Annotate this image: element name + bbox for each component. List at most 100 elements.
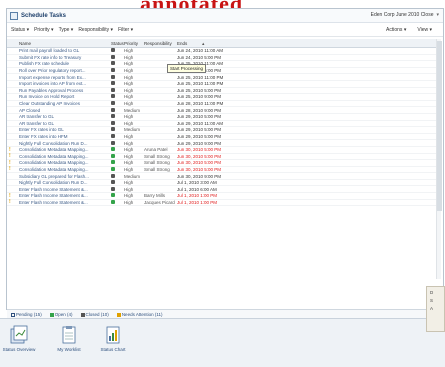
task-name[interactable]: Subsidiary GL prepared for Flash...	[19, 174, 111, 179]
task-responsibility: Small Strong	[144, 160, 170, 166]
task-name[interactable]: Consolidation Metadata Mapping...	[19, 147, 111, 152]
task-responsibility: Small Strong	[144, 166, 170, 172]
task-name[interactable]: Import expense reports from Ex...	[19, 75, 111, 80]
task-row[interactable]: Import invoices into AP from ext... High J…	[7, 81, 437, 88]
task-end-date: Jun 30, 2010 5:00 PM	[177, 160, 222, 166]
task-row[interactable]: Nightly Full Consolidation Run D... High J…	[7, 140, 437, 147]
scrollbar-thumb[interactable]	[437, 41, 442, 211]
task-name[interactable]: AP Closed	[19, 108, 111, 113]
column-header-status[interactable]: Status	[111, 41, 124, 46]
legend-open[interactable]: Open (4)	[49, 312, 73, 317]
task-responsibility: Small Strong	[144, 153, 170, 159]
task-row[interactable]: ! Enter Flash Income Statement &... High Ba…	[7, 193, 437, 200]
side-panel-item[interactable]: A	[430, 306, 444, 311]
task-name[interactable]: Consolidation Metadata Mapping...	[19, 154, 111, 159]
task-row[interactable]: AR transfer to GL High Jun 29, 2010 11:00 …	[7, 120, 437, 128]
sort-ascending-icon: ▲	[201, 40, 206, 46]
task-row[interactable]: Print mail payroll loaded to GL High Jun 2…	[7, 48, 437, 55]
task-priority: High	[124, 68, 134, 74]
task-name[interactable]: Enter Flash Income Statement &...	[19, 187, 111, 192]
task-name[interactable]: Import invoices into AP from ext...	[19, 81, 111, 86]
task-row[interactable]: Enter FX rates into HFM High Jun 29, 2010 …	[7, 134, 437, 141]
task-name[interactable]: Submit FX rate info to Treasury	[19, 55, 111, 60]
filter-menu[interactable]: Filter ▾	[118, 27, 133, 33]
task-row[interactable]: Submit FX rate info to Treasury High Jun 2…	[7, 54, 437, 62]
filter-priority[interactable]: Priority ▾	[34, 27, 53, 33]
task-name[interactable]: AR transfer to GL	[19, 121, 111, 126]
task-row[interactable]: Clear Outstanding AP Invoices High Jun 28,…	[7, 101, 437, 108]
task-row[interactable]: Publish FX rate scheduleHighJun 25, 2010…	[7, 61, 437, 68]
task-name[interactable]: Roll over Prior regulatory report...	[19, 68, 111, 73]
filter-type[interactable]: Type ▾	[59, 27, 74, 33]
task-end-date: Jun 29, 2010 9:00 PM	[177, 140, 222, 146]
task-priority: High	[124, 101, 134, 107]
task-name[interactable]: Run Invoice on Hold Report	[19, 94, 111, 99]
status-chart-launcher[interactable]: Status Chart	[96, 325, 130, 352]
status-icon	[111, 81, 124, 86]
task-row[interactable]: AP Closed Medium Jun 28, 2010 9:00 PM	[7, 107, 437, 114]
task-priority: High	[124, 193, 134, 199]
worklist-icon	[62, 326, 76, 344]
task-name[interactable]: Publish FX rate schedule	[19, 61, 111, 66]
status-overview-label: Status Overview	[2, 347, 36, 352]
column-header-date[interactable]: Ends ▲	[177, 41, 237, 46]
task-name[interactable]: Enter FX rates into GL	[19, 127, 111, 132]
filter-responsibility[interactable]: Responsibility ▾	[78, 27, 113, 33]
task-name[interactable]: Enter Flash Income Statement &...	[19, 200, 111, 205]
status-overview-launcher[interactable]: Status Overview	[2, 325, 36, 352]
column-header-name[interactable]: Name	[19, 41, 111, 46]
task-row[interactable]: ! Consolidation Metadata Mapping... High Sm…	[7, 153, 437, 161]
task-name[interactable]: Consolidation Metadata Mapping...	[19, 167, 111, 172]
status-icon	[111, 160, 124, 165]
task-priority: High	[124, 114, 134, 120]
filter-status[interactable]: Status ▾	[11, 27, 29, 33]
task-row[interactable]: Subsidiary GL prepared for Flash... Mediu…	[7, 173, 437, 180]
actions-menu[interactable]: Actions ▾	[386, 27, 406, 33]
task-priority: High	[124, 134, 134, 140]
task-name[interactable]: Nightly Full Consolidation Run D...	[19, 141, 111, 146]
status-icon	[111, 127, 124, 132]
task-row[interactable]: Enter FX rates into GL Medium Jun 29, 2010…	[7, 127, 437, 134]
task-priority: High	[124, 81, 134, 87]
task-row[interactable]: Roll over Prior regulatory report... High…	[7, 68, 437, 75]
task-priority: High	[124, 87, 134, 93]
legend-closed[interactable]: Closed (10)	[80, 312, 109, 317]
task-row[interactable]: ! Consolidation Metadata Mapping... High Ar…	[7, 147, 437, 154]
status-icon	[111, 101, 124, 106]
task-row[interactable]: Run Payables Approval Process High Jun 25,…	[7, 87, 437, 95]
task-name[interactable]: Enter FX rates into HFM	[19, 134, 111, 139]
view-menu[interactable]: View ▾	[417, 27, 432, 33]
task-priority: High	[124, 48, 134, 54]
column-header-priority[interactable]: Priority	[124, 41, 144, 46]
task-row[interactable]: ! Consolidation Metadata Mapping... High Sm…	[7, 166, 437, 174]
task-end-date: Jun 30, 2010 5:00 PM	[177, 147, 222, 153]
task-name[interactable]: Consolidation Metadata Mapping...	[19, 160, 111, 165]
task-priority: Medium	[124, 107, 141, 113]
task-row[interactable]: AR transfer to GL High Jun 29, 2010 5:00 P…	[7, 114, 437, 121]
warning-icon: !	[9, 199, 11, 206]
task-name[interactable]: Run Payables Approval Process	[19, 88, 111, 93]
my-worklist-launcher[interactable]: My Worklist	[52, 325, 86, 352]
task-row[interactable]: Import expense reports from Ex... High Jun…	[7, 74, 437, 81]
side-panel-item[interactable]: D	[430, 290, 444, 295]
task-name[interactable]: Nightly Full Consolidation Run D...	[19, 180, 111, 185]
task-row[interactable]: Enter Flash Income Statement &... High Jul…	[7, 186, 437, 194]
task-name[interactable]: AR transfer to GL	[19, 114, 111, 119]
column-header-responsibility[interactable]: Responsibility	[144, 41, 177, 46]
task-name[interactable]: Enter Flash Income Statement &...	[19, 193, 111, 198]
legend-pending[interactable]: Pending (15)	[11, 312, 42, 317]
task-name[interactable]: Clear Outstanding AP Invoices	[19, 101, 111, 106]
task-end-date: Jun 29, 2010 5:00 PM	[177, 134, 222, 140]
task-row[interactable]: ! Enter Flash Income Statement &... High Ja…	[7, 199, 437, 207]
task-end-date: Jun 29, 2010 5:00 PM	[177, 114, 222, 120]
schedule-selector[interactable]: Eden Corp June 2010 Close ▾	[371, 12, 439, 18]
vertical-scrollbar[interactable]	[436, 39, 442, 279]
status-icon	[111, 61, 124, 66]
task-row[interactable]: ! Consolidation Metadata Mapping... High Sm…	[7, 160, 437, 167]
task-row[interactable]: Run Invoice on Hold Report High Jun 25, 20…	[7, 94, 437, 101]
task-name[interactable]: Print mail payroll loaded to GL	[19, 48, 111, 53]
side-panel-item[interactable]: S	[430, 298, 444, 303]
status-icon	[111, 74, 124, 80]
legend-needs-attention[interactable]: Needs Attention (11)	[116, 312, 163, 317]
task-row[interactable]: Nightly Full Consolidation Run D... High J…	[7, 180, 437, 187]
